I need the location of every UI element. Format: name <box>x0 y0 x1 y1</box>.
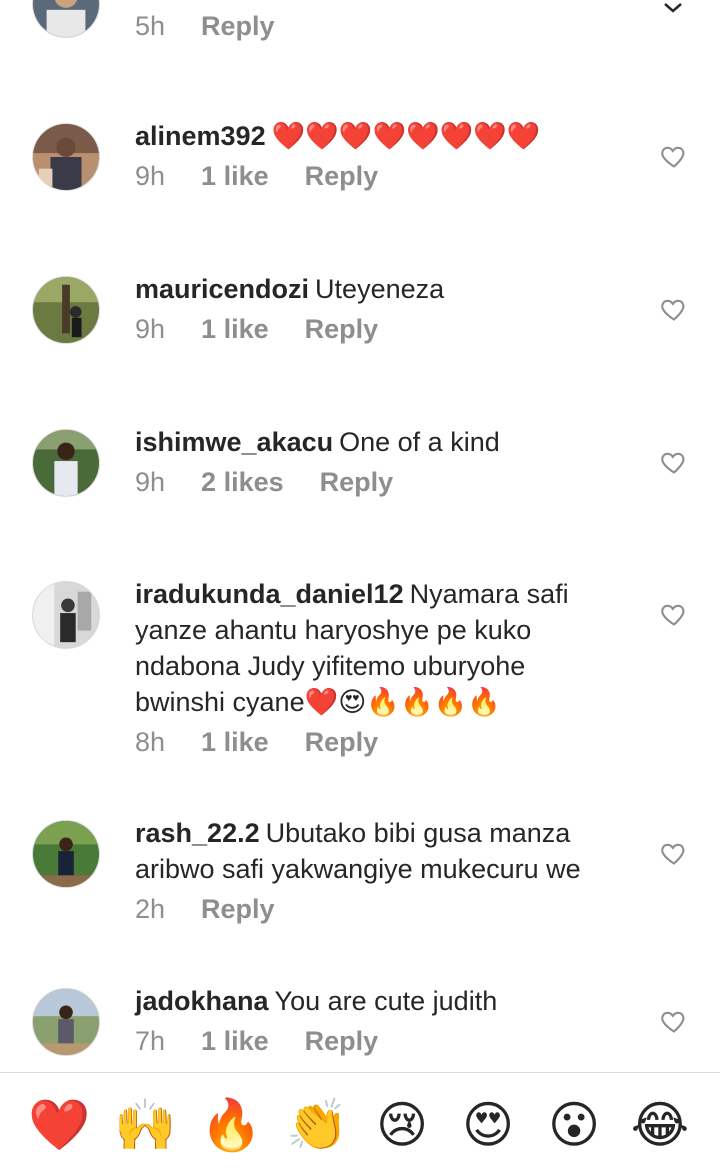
comment-time: 5h <box>135 11 166 41</box>
quick-reaction-bar: ❤️ 🙌 🔥 👏 😢 😍 😮 😂 <box>0 1072 720 1174</box>
reply-button[interactable]: Reply <box>305 311 379 347</box>
like-heart-icon[interactable] <box>660 295 688 323</box>
raising-hands-emoji-icon[interactable]: 🙌 <box>114 1095 176 1155</box>
avatar[interactable] <box>32 123 100 191</box>
avatar[interactable] <box>32 820 100 888</box>
comment-likes[interactable]: 1 like <box>201 311 269 347</box>
red-heart-emoji-icon[interactable]: ❤️ <box>28 1095 90 1155</box>
comment-username[interactable]: mauricendozi <box>135 274 309 304</box>
comment-username[interactable]: iradukunda_daniel12 <box>135 579 404 609</box>
clapping-hands-emoji-icon[interactable]: 👏 <box>286 1095 348 1155</box>
comment-time: 8h <box>135 727 166 757</box>
like-heart-icon[interactable] <box>660 448 688 476</box>
like-heart-icon[interactable] <box>660 1007 688 1035</box>
avatar[interactable] <box>32 988 100 1056</box>
avatar[interactable] <box>32 429 100 497</box>
crying-face-emoji-icon[interactable]: 😢 <box>372 1095 432 1155</box>
comment-time: 7h <box>135 1026 166 1056</box>
reply-button[interactable]: Reply <box>201 8 275 44</box>
tears-of-joy-emoji-icon[interactable]: 😂 <box>630 1095 690 1155</box>
surprised-face-emoji-icon[interactable]: 😮 <box>544 1095 604 1155</box>
comment-likes[interactable]: 1 like <box>201 724 269 760</box>
like-heart-icon[interactable] <box>660 839 688 867</box>
avatar[interactable] <box>32 581 100 649</box>
comment-username[interactable]: alinem392 <box>135 121 266 151</box>
comment-time: 9h <box>135 314 166 344</box>
reply-button[interactable]: Reply <box>201 891 275 927</box>
comment-text: You are cute judith <box>274 986 498 1016</box>
reply-button[interactable]: Reply <box>305 1023 379 1059</box>
chevron-down-icon[interactable] <box>662 0 684 18</box>
comment-username[interactable]: rash_22.2 <box>135 818 260 848</box>
comment-likes[interactable]: 2 likes <box>201 464 284 500</box>
comment-username[interactable]: jadokhana <box>135 986 269 1016</box>
comment-username[interactable]: ishimwe_akacu <box>135 427 333 457</box>
fire-emoji-icon[interactable]: 🔥 <box>200 1095 262 1155</box>
avatar[interactable] <box>32 276 100 344</box>
comment-text: ❤️❤️❤️❤️❤️❤️❤️❤️ <box>271 121 541 151</box>
like-heart-icon[interactable] <box>660 142 688 170</box>
comment-text: One of a kind <box>339 427 500 457</box>
avatar[interactable] <box>32 0 100 38</box>
reply-button[interactable]: Reply <box>305 724 379 760</box>
comment-text: Uteyeneza <box>315 274 445 304</box>
like-heart-icon[interactable] <box>660 600 688 628</box>
comment-likes[interactable]: 1 like <box>201 158 269 194</box>
comment-likes[interactable]: 1 like <box>201 1023 269 1059</box>
comment-time: 9h <box>135 161 166 191</box>
comment-time: 2h <box>135 894 166 924</box>
comment-time: 9h <box>135 467 166 497</box>
heart-eyes-emoji-icon[interactable]: 😍 <box>458 1095 518 1155</box>
reply-button[interactable]: Reply <box>305 158 379 194</box>
reply-button[interactable]: Reply <box>320 464 394 500</box>
